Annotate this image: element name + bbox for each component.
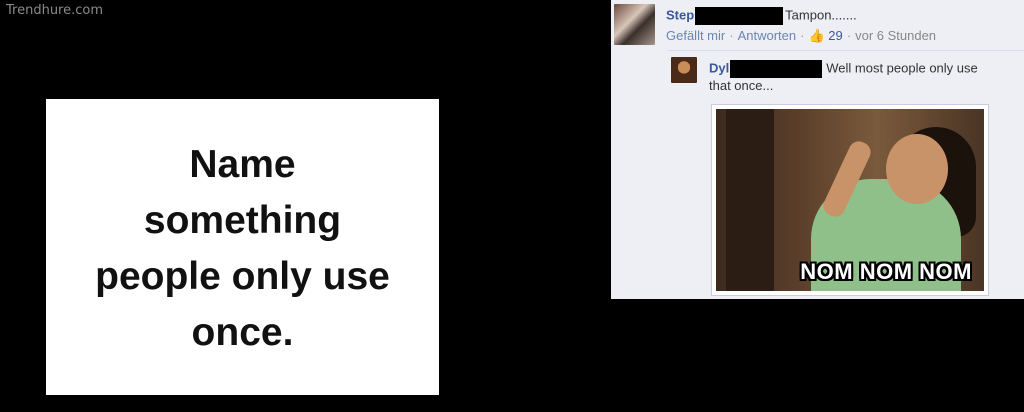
comment-text-continued: that once...	[709, 78, 774, 93]
timestamp[interactable]: vor 6 Stunden	[855, 28, 936, 43]
question-line: once.	[191, 311, 294, 354]
separator: ·	[800, 28, 805, 43]
question-text: Name something people only use once.	[95, 137, 390, 361]
avatar[interactable]	[614, 4, 655, 45]
like-count-value: 29	[828, 28, 843, 43]
separator: ·	[846, 28, 852, 43]
meme-photo: NOM NOM NOM	[716, 109, 984, 291]
meme-caption: NOM NOM NOM	[800, 259, 972, 284]
comment-actions: Gefällt mir · Antworten · 👍 29 · vor 6 Stunden	[666, 28, 936, 44]
question-line: something	[143, 199, 342, 242]
question-line: people only use	[95, 255, 390, 298]
facebook-comments-panel: Step Tampon....... Gefällt mir · Antworten ·…	[611, 0, 1024, 299]
like-link[interactable]: Gefällt mir	[666, 28, 725, 43]
thumbs-up-icon: 👍	[808, 28, 825, 43]
like-count[interactable]: 👍 29	[808, 28, 842, 43]
reply-link[interactable]: Antworten	[738, 28, 797, 43]
commenter-name[interactable]: Step	[666, 7, 694, 22]
comment-text: Tampon.......	[785, 7, 857, 23]
question-card: Name something people only use once.	[46, 99, 439, 395]
reply-divider	[668, 50, 1024, 51]
redaction-bar	[730, 60, 823, 78]
commenter-name[interactable]: Dyl	[709, 60, 729, 75]
comment-2: Dyl Well most people only use	[709, 60, 978, 78]
question-line: Name	[189, 143, 296, 186]
watermark: Trendhure.com	[6, 3, 104, 18]
comment-1: Step Tampon.......	[666, 7, 857, 25]
reply-image[interactable]: NOM NOM NOM	[711, 104, 989, 296]
separator: ·	[729, 28, 734, 43]
redaction-bar	[695, 7, 784, 25]
comment-text: Well most people only use	[826, 60, 978, 76]
woman-head	[886, 134, 948, 204]
avatar[interactable]	[671, 57, 697, 83]
